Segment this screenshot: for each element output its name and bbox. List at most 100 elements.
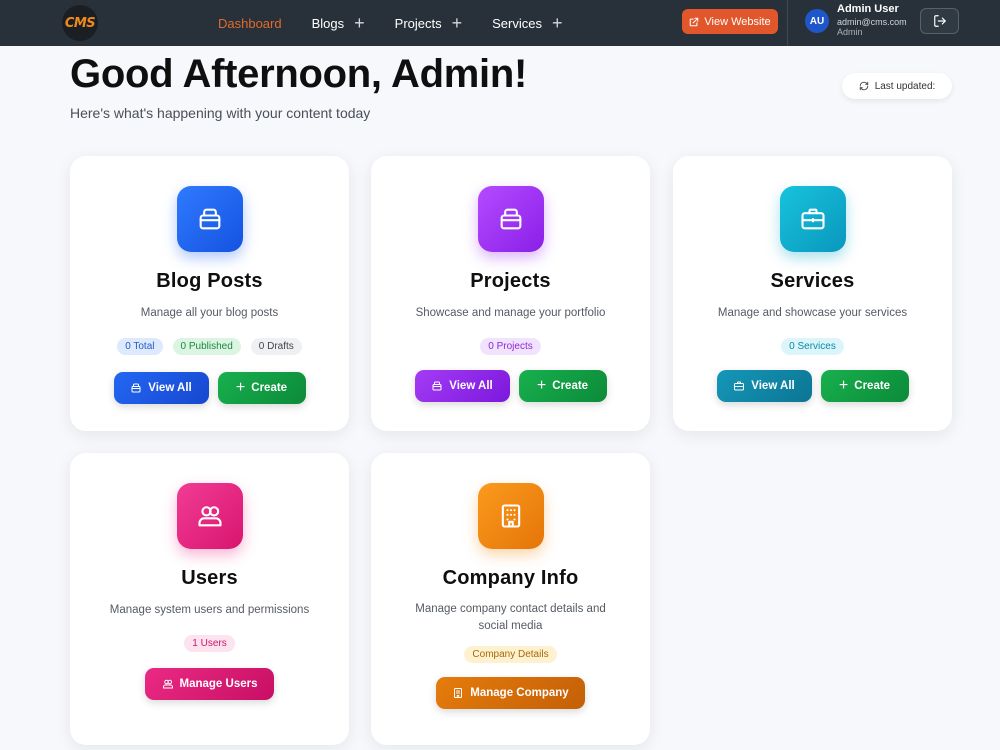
nav-divider	[787, 0, 788, 46]
total-badge: 0 Total	[117, 338, 163, 355]
company-icon-tile	[477, 483, 544, 549]
archive-box-icon	[199, 208, 220, 230]
create-label: Create	[854, 380, 891, 392]
briefcase-icon	[800, 208, 825, 230]
card-description: Manage company contact details and socia…	[415, 601, 606, 635]
view-all-projects-button[interactable]: View All	[414, 370, 510, 402]
projects-count-badge: 0 Projects	[480, 338, 541, 355]
external-link-icon	[690, 17, 699, 26]
projects-icon-tile	[477, 186, 544, 252]
card-actions: View All + Create	[113, 372, 306, 404]
last-updated-badge[interactable]: Last updated:	[842, 73, 952, 99]
users-icon	[162, 679, 173, 689]
building-icon	[454, 688, 463, 698]
services-count-badge: 0 Services	[781, 338, 844, 355]
projects-card: Projects Showcase and manage your portfo…	[371, 156, 650, 431]
briefcase-icon	[734, 381, 745, 391]
user-name: Admin User	[837, 3, 899, 15]
archive-box-icon	[500, 208, 521, 230]
last-updated-label: Last updated:	[874, 80, 936, 92]
create-label: Create	[251, 382, 288, 394]
card-actions: View All + Create	[716, 370, 909, 402]
card-description-line: social media	[478, 620, 543, 632]
company-info-card: Company Info Manage company contact deta…	[371, 453, 650, 745]
users-icon-tile	[176, 483, 243, 549]
blog-icon-tile	[176, 186, 243, 252]
card-actions: View All + Create	[414, 370, 607, 402]
building-icon	[501, 504, 520, 528]
user-email: admin@cms.com	[837, 16, 907, 27]
plus-icon: +	[235, 379, 246, 396]
nav-projects[interactable]: Projects +	[395, 0, 462, 46]
archive-box-icon	[432, 381, 442, 391]
archive-box-icon	[131, 383, 141, 393]
view-all-label: View All	[751, 380, 795, 392]
plus-icon: +	[838, 377, 849, 394]
logo-text: CMS	[64, 15, 96, 31]
create-label: Create	[552, 380, 589, 392]
published-badge: 0 Published	[172, 338, 241, 355]
refresh-icon	[859, 81, 868, 91]
blog-posts-card: Blog Posts Manage all your blog posts 0 …	[70, 156, 349, 431]
card-title: Services	[770, 270, 855, 292]
card-actions: Manage Users	[145, 668, 274, 700]
avatar[interactable]: AU	[805, 9, 829, 33]
card-description: Manage system users and permissions	[109, 604, 310, 616]
card-description: Manage all your blog posts	[140, 307, 279, 319]
plus-icon: +	[536, 377, 547, 394]
badge-row: 1 Users	[184, 635, 235, 652]
nav-links: Dashboard Blogs + Projects + Services +	[218, 0, 593, 46]
manage-company-label: Manage Company	[470, 687, 569, 699]
create-project-button[interactable]: + Create	[518, 370, 607, 402]
card-description-line: Manage company contact details and	[415, 603, 606, 615]
manage-company-button[interactable]: Manage Company	[436, 677, 585, 709]
users-card: Users Manage system users and permission…	[70, 453, 349, 745]
card-title: Users	[181, 567, 238, 589]
logout-icon	[933, 15, 946, 27]
view-website-label: View Website	[704, 15, 771, 28]
nav-dashboard[interactable]: Dashboard	[218, 0, 282, 46]
nav-projects-label: Projects	[394, 15, 442, 31]
page-title: Good Afternoon, Admin!	[70, 52, 528, 96]
services-icon-tile	[779, 186, 846, 252]
badge-row: 0 Services	[781, 338, 844, 355]
plus-icon[interactable]: +	[354, 14, 365, 32]
card-title: Projects	[470, 270, 551, 292]
nav-blogs[interactable]: Blogs +	[312, 0, 365, 46]
badge-row: Company Details	[464, 646, 557, 663]
users-icon	[197, 506, 222, 527]
badge-row: 0 Projects	[480, 338, 541, 355]
company-details-badge: Company Details	[464, 646, 557, 663]
plus-icon[interactable]: +	[452, 14, 463, 32]
nav-services-label: Services	[492, 15, 542, 31]
page-subtitle: Here's what's happening with your conten…	[70, 105, 371, 121]
user-info: Admin User admin@cms.com Admin	[837, 3, 907, 37]
services-card: Services Manage and showcase your servic…	[673, 156, 952, 431]
users-count-badge: 1 Users	[184, 635, 235, 652]
manage-users-label: Manage Users	[179, 678, 258, 690]
create-service-button[interactable]: + Create	[820, 370, 909, 402]
avatar-initials: AU	[809, 15, 825, 27]
view-all-label: View All	[148, 382, 192, 394]
card-description: Showcase and manage your portfolio	[415, 307, 606, 319]
badge-row: 0 Total 0 Published 0 Drafts	[117, 338, 302, 355]
view-website-button[interactable]: View Website	[682, 9, 778, 34]
view-all-services-button[interactable]: View All	[716, 370, 812, 402]
logo[interactable]: CMS	[62, 5, 98, 41]
create-blog-button[interactable]: + Create	[217, 372, 306, 404]
nav-dashboard-label: Dashboard	[218, 15, 282, 31]
card-title: Blog Posts	[156, 270, 263, 292]
view-all-blogs-button[interactable]: View All	[113, 372, 209, 404]
card-title: Company Info	[442, 567, 579, 589]
card-description: Manage and showcase your services	[717, 307, 908, 319]
nav-blogs-label: Blogs	[311, 15, 345, 31]
top-navbar: CMS Dashboard Blogs + Projects + Service…	[0, 0, 1000, 46]
drafts-badge: 0 Drafts	[250, 338, 302, 355]
plus-icon[interactable]: +	[552, 14, 563, 32]
user-role: Admin	[837, 26, 863, 37]
view-all-label: View All	[449, 380, 493, 392]
nav-services[interactable]: Services +	[492, 0, 562, 46]
card-actions: Manage Company	[436, 677, 585, 709]
manage-users-button[interactable]: Manage Users	[145, 668, 274, 700]
logout-button[interactable]	[920, 8, 959, 34]
